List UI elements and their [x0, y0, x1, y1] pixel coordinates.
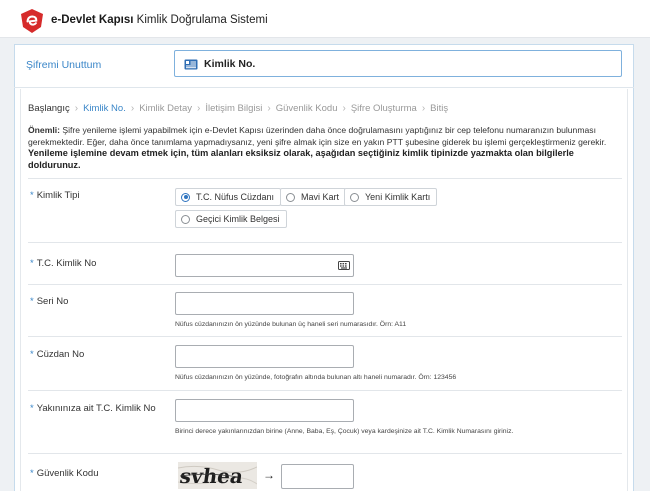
yakin-tc-label: * Yakınınıza ait T.C. Kimlik No: [30, 403, 156, 414]
login-method-select[interactable]: Kimlik No.: [174, 50, 622, 77]
chevron-right-icon: ›: [342, 102, 346, 114]
yakin-tc-label-text: Yakınınıza ait T.C. Kimlik No: [36, 403, 156, 414]
chevron-right-icon: ›: [267, 102, 271, 114]
required-mark: *: [30, 258, 34, 269]
divider: [28, 336, 622, 337]
divider: [28, 390, 622, 391]
radio-tc-nufus-cuzdani[interactable]: T.C. Nüfus Cüzdanı: [175, 188, 282, 206]
guvenlik-kodu-label-text: Güvenlik Kodu: [36, 468, 99, 479]
radio-unselected-icon: [350, 192, 359, 202]
required-mark: *: [30, 190, 34, 201]
chevron-right-icon: ›: [421, 102, 426, 114]
radio-unselected-icon: [286, 192, 295, 202]
required-mark: *: [30, 403, 34, 414]
kimlik-tipi-label-text: Kimlik Tipi: [36, 190, 80, 201]
divider: [28, 453, 622, 454]
notice-instruction: Yenileme işlemine devam etmek için, tüm …: [28, 148, 574, 170]
notice-label: Önemli:: [28, 125, 60, 135]
radio-label: Mavi Kart: [301, 192, 340, 202]
brand-title: e-Devlet Kapısı Kimlik Doğrulama Sistemi: [51, 14, 268, 26]
forgot-password-label: Şifremi Unuttum: [26, 59, 102, 71]
keyboard-icon[interactable]: [338, 260, 350, 271]
security-code-input[interactable]: [281, 464, 354, 489]
radio-label: T.C. Nüfus Cüzdanı: [196, 192, 275, 202]
yakin-tc-input[interactable]: [175, 399, 354, 422]
radio-label: Yeni Kimlik Kartı: [365, 192, 431, 202]
chevron-right-icon: ›: [196, 102, 201, 114]
yakin-tc-help: Birinci derece yakınlarınızdan birine (A…: [175, 428, 514, 435]
important-notice: Önemli: Şifre yenileme işlemi yapabilmek…: [28, 125, 622, 171]
arrow-right-icon: →: [263, 468, 275, 482]
tc-kimlik-no-label-text: T.C. Kimlik No: [36, 258, 97, 269]
notice-text: Şifre yenileme işlemi yapabilmek için e-…: [28, 125, 607, 147]
chevron-right-icon: ›: [130, 102, 135, 114]
required-mark: *: [30, 349, 34, 360]
tc-kimlik-no-input[interactable]: [175, 254, 354, 277]
step-baslangic: Başlangıç: [28, 102, 70, 114]
step-kimlik-no: Kimlik No.: [83, 102, 126, 114]
step-sifre-olusturma: Şifre Oluşturma: [350, 102, 417, 114]
e-devlet-logo-icon: [21, 9, 43, 33]
seri-no-input[interactable]: [175, 292, 354, 315]
required-mark: *: [30, 296, 34, 307]
guvenlik-kodu-label: * Güvenlik Kodu: [30, 468, 99, 479]
id-card-icon: [184, 59, 198, 70]
radio-mavi-kart[interactable]: Mavi Kart: [280, 188, 347, 206]
kimlik-tipi-label: * Kimlik Tipi: [30, 190, 79, 201]
cuzdan-no-label: * Cüzdan No: [30, 349, 84, 360]
step-breadcrumb: Başlangıç › Kimlik No. › Kimlik Detay › …: [28, 101, 448, 115]
divider: [28, 284, 622, 285]
chevron-right-icon: ›: [74, 102, 79, 114]
top-bar: e-Devlet Kapısı Kimlik Doğrulama Sistemi: [0, 0, 650, 38]
radio-label: Geçici Kimlik Belgesi: [196, 214, 280, 224]
captcha-image: svhea: [178, 462, 257, 489]
radio-unselected-icon: [181, 214, 190, 224]
divider: [28, 178, 622, 179]
cuzdan-no-label-text: Cüzdan No: [36, 349, 85, 360]
step-kimlik-detay: Kimlik Detay: [139, 102, 192, 114]
cuzdan-no-help: Nüfus cüzdanınızın ön yüzünde, fotoğrafı…: [175, 374, 457, 381]
step-bitis: Bitiş: [430, 102, 449, 114]
captcha-text: svhea: [178, 464, 244, 488]
step-iletisim-bilgisi: İletişim Bilgisi: [205, 102, 263, 114]
seri-no-label-text: Seri No: [36, 296, 69, 307]
radio-gecici-kimlik-belgesi[interactable]: Geçici Kimlik Belgesi: [175, 210, 287, 228]
brand-bold: e-Devlet Kapısı: [51, 14, 134, 26]
login-method-value: Kimlik No.: [204, 58, 256, 70]
radio-yeni-kimlik-karti[interactable]: Yeni Kimlik Kartı: [344, 188, 438, 206]
radio-selected-icon: [181, 192, 190, 202]
brand-subtitle: Kimlik Doğrulama Sistemi: [136, 14, 268, 26]
method-row: Şifremi Unuttum Kimlik No.: [14, 44, 634, 88]
tc-kimlik-no-label: * T.C. Kimlik No: [30, 258, 96, 269]
divider: [28, 242, 622, 243]
seri-no-label: * Seri No: [30, 296, 68, 307]
cuzdan-no-input[interactable]: [175, 345, 354, 368]
step-guvenlik-kodu: Güvenlik Kodu: [275, 102, 338, 114]
required-mark: *: [30, 468, 34, 479]
seri-no-help: Nüfus cüzdanınızın ön yüzünde bulunan üç…: [175, 321, 407, 328]
